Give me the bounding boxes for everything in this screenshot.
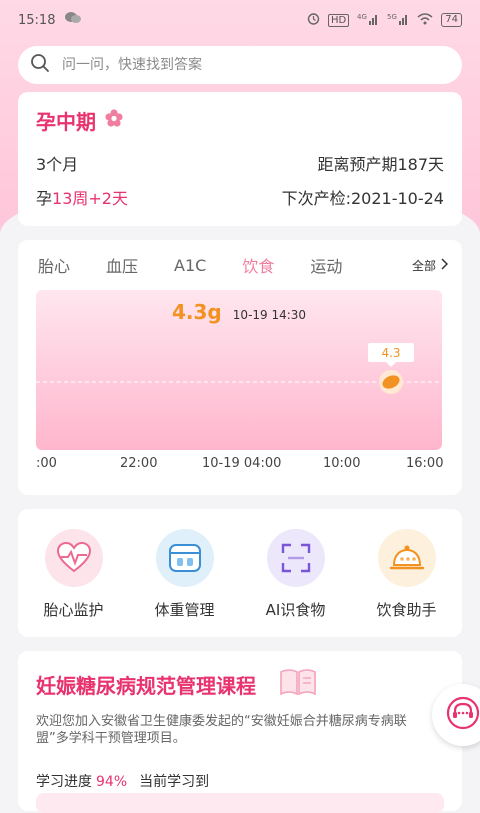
- diet-chart-plot[interactable]: 4.3g 10-19 14:30 4.3: [36, 290, 442, 450]
- progress-label: 学习进度: [36, 774, 92, 790]
- fetal-monitor-label: 胎心监护: [43, 601, 104, 619]
- tab-a1c[interactable]: A1C: [174, 256, 206, 275]
- chart-svg: 4.3: [36, 343, 442, 394]
- tab-fetal-heart[interactable]: 胎心: [38, 253, 70, 277]
- headset-icon: [446, 696, 480, 734]
- search-bar[interactable]: [18, 46, 462, 84]
- pregnancy-week-value: 13周+2天: [52, 189, 128, 208]
- tab-blood-pressure[interactable]: 血压: [106, 253, 138, 277]
- status-bar: 15:18 HD 4G 5G 74: [0, 0, 480, 40]
- chart-tooltip: 4.3: [368, 343, 414, 367]
- current-lesson-label: 当前学习到: [139, 774, 210, 790]
- chat-notification-icon: [65, 11, 82, 29]
- pregnancy-stage: 孕中期: [36, 106, 444, 135]
- battery-indicator: 74: [441, 13, 462, 27]
- search-input[interactable]: [60, 56, 424, 74]
- x-tick-label: 10-19 04:00: [202, 456, 282, 471]
- course-card[interactable]: 妊娠糖尿病规范管理课程 欢迎您加入安徽省卫生健康委发起的“安徽妊娠合并糖尿病专病…: [18, 651, 462, 813]
- wifi-icon: [417, 12, 433, 28]
- svg-text:4G: 4G: [357, 13, 367, 21]
- progress-value: 94%: [96, 774, 128, 790]
- chevron-right-icon: [440, 257, 449, 273]
- course-description: 欢迎您加入安徽省卫生健康委发起的“安徽妊娠合并糖尿病专病联盟”多学科干预管理项目…: [36, 714, 407, 746]
- diet-assistant-label: 饮食助手: [376, 601, 437, 619]
- search-icon: [30, 53, 50, 77]
- quick-menu: 胎心监护 体重管理 AI识食物 饮食助手: [18, 509, 462, 637]
- diet-assistant-button[interactable]: 饮食助手: [357, 529, 457, 637]
- x-tick-label: 16:00: [406, 456, 444, 471]
- x-tick-label: :00: [36, 456, 57, 471]
- ai-food-recognition-label: AI识食物: [265, 601, 326, 619]
- fetal-monitor-button[interactable]: 胎心监护: [24, 529, 124, 637]
- pregnancy-week-prefix: 孕: [36, 189, 53, 208]
- hd-icon: HD: [328, 13, 350, 27]
- tab-exercise[interactable]: 运动: [310, 253, 342, 277]
- x-tick-label: 10:00: [323, 456, 361, 471]
- food-cloche-icon: [377, 529, 436, 587]
- weight-management-button[interactable]: 体重管理: [135, 529, 235, 637]
- scale-icon: [155, 529, 214, 587]
- flower-icon: [104, 108, 124, 133]
- alarm-icon: [307, 12, 320, 28]
- all-tabs-button[interactable]: 全部: [411, 257, 449, 274]
- all-tabs-label: 全部: [411, 258, 436, 273]
- pregnancy-months: 3个月: [36, 155, 79, 174]
- heartbeat-icon: [44, 529, 103, 587]
- scan-icon: [266, 529, 325, 587]
- pregnancy-stage-label: 孕中期: [36, 110, 96, 134]
- chart-tabs: 胎心 血压 A1C 饮食 运动 全部: [18, 240, 462, 290]
- svg-text:5G: 5G: [387, 13, 397, 21]
- weight-management-label: 体重管理: [154, 601, 215, 619]
- records-chart-card: 胎心 血压 A1C 饮食 运动 全部 4.3g 10-19 14:30 4.3 …: [18, 240, 462, 495]
- current-lesson-bar[interactable]: [36, 793, 444, 813]
- pregnancy-week: 孕13周+2天: [36, 185, 128, 209]
- chart-series: [379, 370, 403, 394]
- ai-food-recognition-button[interactable]: AI识食物: [246, 529, 346, 637]
- status-time: 15:18: [18, 12, 56, 28]
- 4g-signal-icon: 4G: [357, 12, 379, 28]
- chart-tooltip-label: 4.3: [381, 346, 400, 360]
- next-checkup-date: 下次产检:2021-10-24: [281, 189, 444, 208]
- pregnancy-card[interactable]: 孕中期 3个月 距离预产期187天 孕13周+2天 下次产检:2021-10-2…: [18, 92, 462, 226]
- course-progress: 学习进度 94% 当前学习到: [36, 771, 444, 791]
- x-tick-label: 22:00: [120, 456, 158, 471]
- chart-tooltip-pointer: [386, 362, 396, 367]
- 5g-signal-icon: 5G: [387, 12, 409, 28]
- due-date-countdown: 距离预产期187天: [317, 155, 444, 174]
- chart-x-axis: :00 22:00 10-19 04:00 10:00 16:00: [36, 456, 444, 472]
- course-title: 妊娠糖尿病规范管理课程: [36, 673, 256, 698]
- tab-diet[interactable]: 饮食: [242, 253, 274, 277]
- book-icon: [278, 667, 318, 701]
